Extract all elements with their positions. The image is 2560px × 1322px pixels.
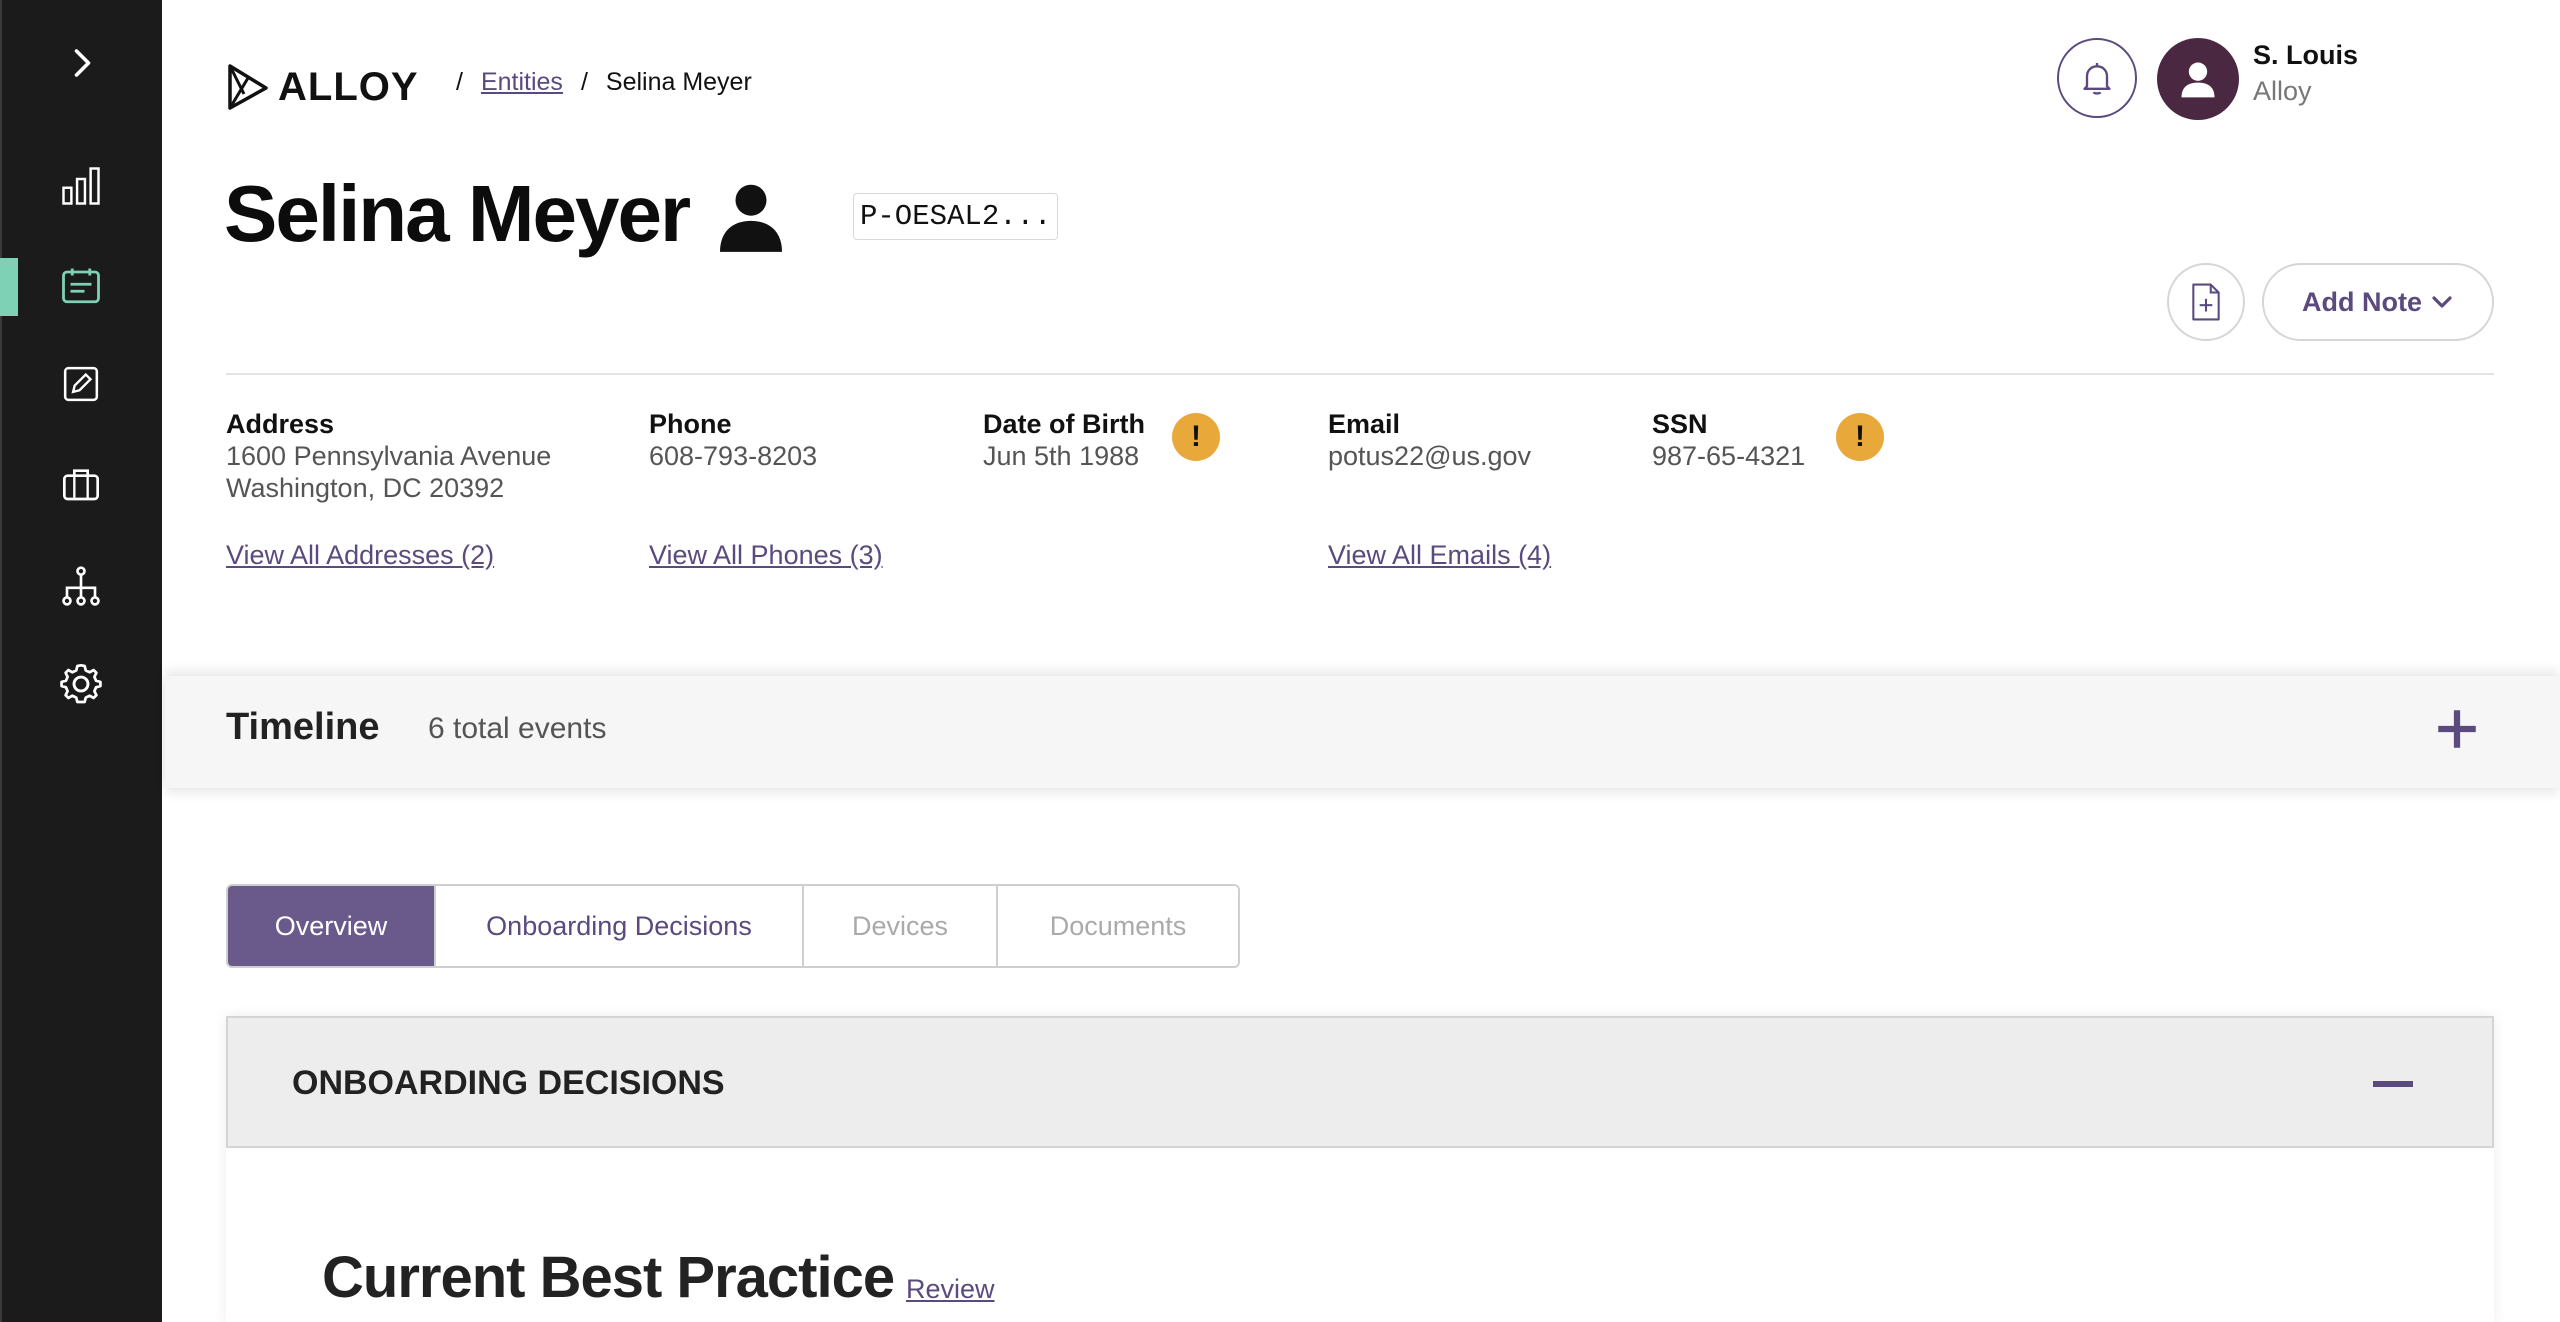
bell-icon bbox=[2083, 63, 2111, 95]
dob-block: Date of Birth Jun 5th 1988 bbox=[983, 408, 1145, 472]
breadcrumb-entities-link[interactable]: Entities bbox=[481, 68, 563, 97]
address-line2: Washington, DC 20392 bbox=[226, 473, 505, 503]
sidebar-expand-button[interactable] bbox=[0, 23, 162, 103]
address-label: Address bbox=[226, 409, 335, 439]
email-value: potus22@us.gov bbox=[1328, 441, 1532, 471]
chevron-right-icon bbox=[74, 49, 91, 77]
briefcase-icon bbox=[63, 469, 99, 501]
person-icon bbox=[720, 182, 782, 257]
view-all-phones-link[interactable]: View All Phones (3) bbox=[649, 540, 883, 571]
collapse-icon[interactable] bbox=[2373, 1081, 2413, 1087]
hierarchy-icon bbox=[62, 566, 100, 606]
add-document-button[interactable] bbox=[2167, 263, 2245, 341]
address-line1: 1600 Pennsylvania Avenue bbox=[226, 441, 552, 471]
breadcrumb: / Entities / Selina Meyer bbox=[456, 68, 752, 97]
logo-text: ALLOY bbox=[278, 64, 419, 109]
sidebar-item-cases[interactable] bbox=[0, 444, 162, 524]
dob-value: Jun 5th 1988 bbox=[983, 441, 1140, 471]
expand-timeline-icon[interactable] bbox=[2432, 704, 2482, 754]
section-header[interactable]: ONBOARDING DECISIONS bbox=[226, 1016, 2494, 1148]
page-title: Selina Meyer bbox=[224, 169, 691, 258]
ssn-label: SSN bbox=[1652, 409, 1708, 439]
header-divider bbox=[226, 373, 2494, 375]
section-title: ONBOARDING DECISIONS bbox=[292, 1064, 725, 1102]
ssn-warning-icon[interactable]: ! bbox=[1836, 413, 1884, 461]
tab-onboarding-decisions[interactable]: Onboarding Decisions bbox=[436, 886, 804, 966]
onboarding-decisions-section: ONBOARDING DECISIONS Current Best Practi… bbox=[226, 1016, 2494, 1322]
entity-tabs: Overview Onboarding Decisions Devices Do… bbox=[226, 884, 1240, 968]
email-label: Email bbox=[1328, 409, 1401, 439]
add-note-label: Add Note bbox=[2302, 286, 2422, 317]
dob-warning-icon[interactable]: ! bbox=[1172, 413, 1220, 461]
phone-label: Phone bbox=[649, 409, 732, 439]
tab-devices[interactable]: Devices bbox=[804, 886, 998, 966]
ssn-value: 987-65-4321 bbox=[1652, 441, 1806, 471]
tab-documents[interactable]: Documents bbox=[998, 886, 1238, 966]
chevron-down-icon bbox=[2432, 296, 2452, 308]
review-link[interactable]: Review bbox=[906, 1274, 995, 1305]
tab-overview[interactable]: Overview bbox=[228, 886, 436, 966]
sidebar-item-settings[interactable] bbox=[0, 644, 162, 724]
user-name[interactable]: S. Louis bbox=[2253, 40, 2358, 71]
user-avatar[interactable] bbox=[2157, 38, 2239, 120]
ssn-block: SSN 987-65-4321 bbox=[1652, 408, 1805, 472]
timeline-bar: Timeline 6 total events bbox=[165, 676, 2560, 788]
address-block: Address 1600 Pennsylvania Avenue Washing… bbox=[226, 408, 551, 504]
user-icon bbox=[2181, 62, 2215, 98]
view-all-emails-link[interactable]: View All Emails (4) bbox=[1328, 540, 1551, 571]
sidebar bbox=[0, 0, 162, 1322]
email-block: Email potus22@us.gov bbox=[1328, 408, 1531, 472]
bar-chart-icon bbox=[62, 167, 100, 205]
workflow-title: Current Best Practice bbox=[322, 1245, 895, 1310]
timeline-title: Timeline bbox=[226, 706, 380, 748]
entity-id[interactable]: P-OESAL2... bbox=[853, 193, 1059, 240]
user-org: Alloy bbox=[2253, 76, 2312, 106]
sidebar-item-analytics[interactable] bbox=[0, 146, 162, 226]
edit-icon bbox=[63, 366, 99, 402]
sidebar-item-review[interactable] bbox=[0, 344, 162, 424]
timeline-count: 6 total events bbox=[428, 712, 607, 745]
add-note-button[interactable]: Add Note bbox=[2262, 263, 2494, 341]
dob-label: Date of Birth bbox=[983, 409, 1145, 439]
alloy-logo-icon bbox=[228, 64, 268, 110]
gear-icon bbox=[60, 663, 102, 704]
sidebar-item-workflows[interactable] bbox=[0, 546, 162, 626]
phone-block: Phone 608-793-8203 bbox=[649, 408, 817, 472]
view-all-addresses-link[interactable]: View All Addresses (2) bbox=[226, 540, 494, 571]
sidebar-item-entities[interactable] bbox=[0, 246, 162, 326]
phone-value: 608-793-8203 bbox=[649, 441, 818, 471]
add-document-icon bbox=[2192, 283, 2220, 321]
notifications-button[interactable] bbox=[2057, 38, 2137, 118]
breadcrumb-current: Selina Meyer bbox=[605, 68, 752, 96]
breadcrumb-separator: / bbox=[456, 68, 463, 96]
entities-icon bbox=[62, 268, 100, 304]
breadcrumb-separator: / bbox=[580, 68, 588, 96]
alloy-logo[interactable]: ALLOY bbox=[226, 64, 419, 110]
